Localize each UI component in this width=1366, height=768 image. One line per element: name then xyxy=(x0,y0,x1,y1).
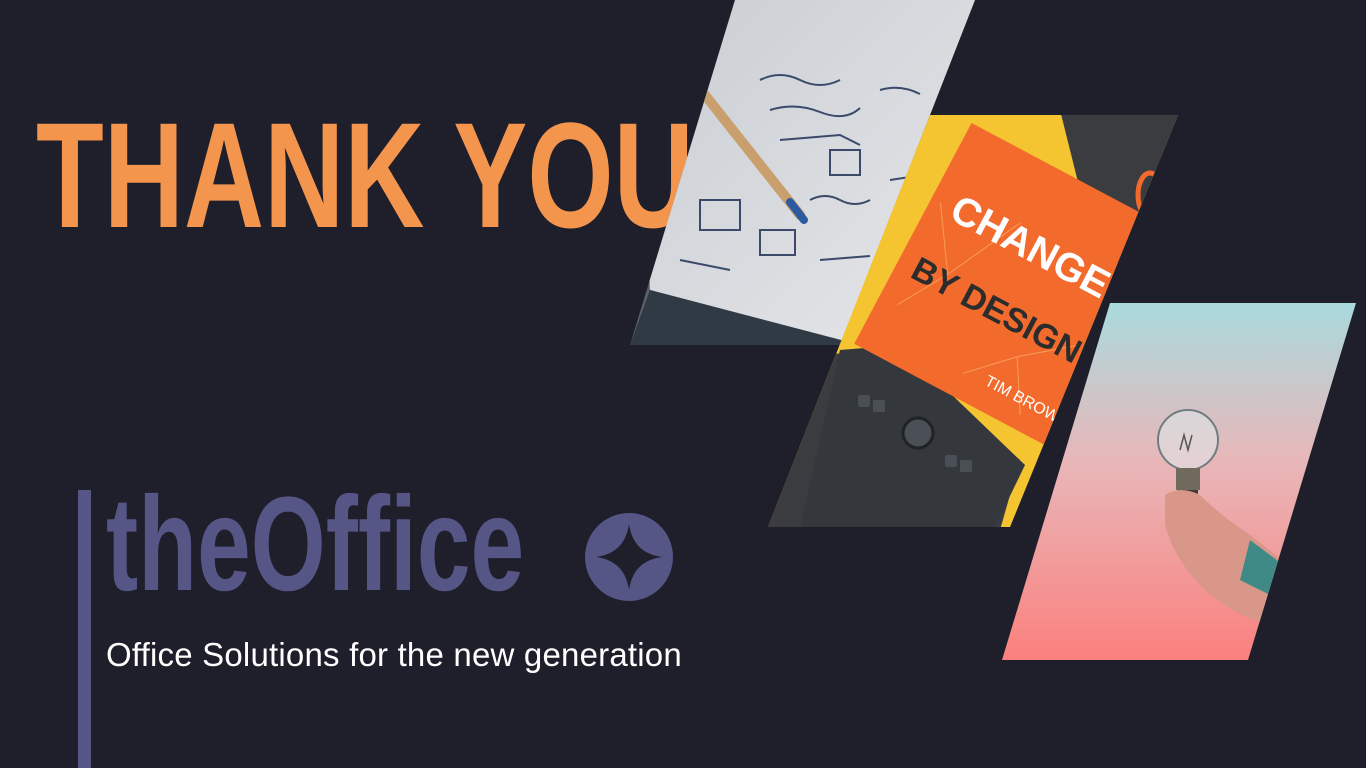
accent-bar xyxy=(78,490,91,768)
four-point-star-icon xyxy=(585,513,673,601)
tagline: Office Solutions for the new generation xyxy=(106,636,682,673)
slide: THANK YOU CHANGE BY DESIGN TIM BROWN the… xyxy=(0,0,1366,768)
logo-text: theOffice xyxy=(106,470,525,619)
